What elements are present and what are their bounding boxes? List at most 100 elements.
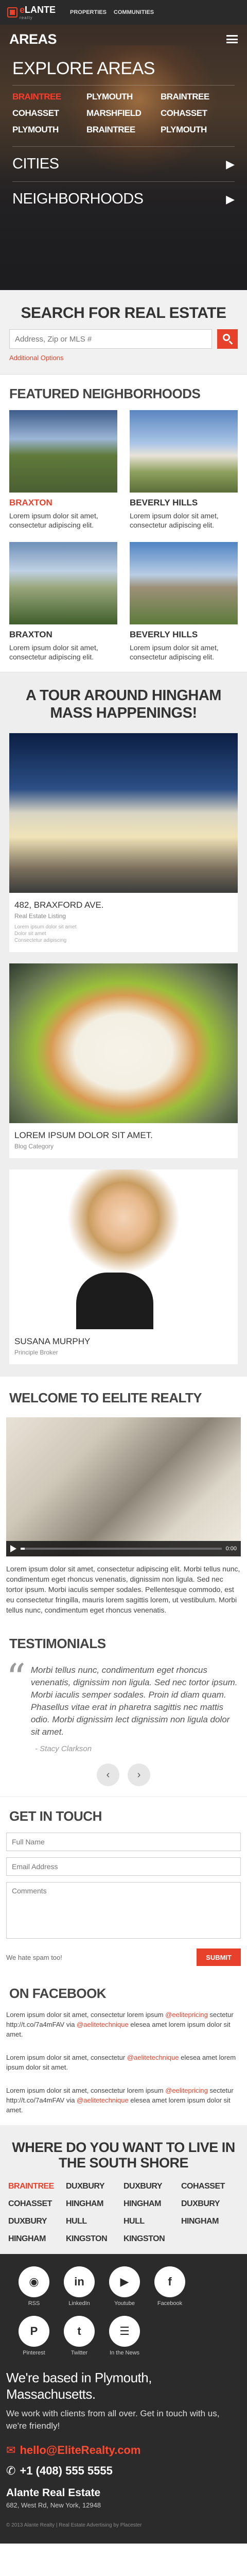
social-link[interactable]: t Twitter bbox=[57, 2316, 102, 2356]
neighborhood-card[interactable]: BRAXTON Lorem ipsum dolor sit amet, cons… bbox=[9, 542, 117, 662]
town-link[interactable]: HINGHAM bbox=[123, 2199, 181, 2209]
town-link[interactable]: HINGHAM bbox=[181, 2217, 239, 2226]
agent-photo[interactable] bbox=[9, 1170, 238, 1329]
social-label: Pinterest bbox=[23, 2350, 45, 2356]
comments-field[interactable] bbox=[6, 1882, 241, 1939]
top-nav: PROPERTIES COMMUNITIES bbox=[70, 9, 154, 15]
agent-card[interactable]: SUSANA MURPHY Principle Broker bbox=[9, 1170, 238, 1364]
neighborhood-image[interactable] bbox=[130, 410, 238, 493]
town-link[interactable]: HINGHAM bbox=[8, 2234, 66, 2244]
footer-email[interactable]: ✉ hello@EliteRealty.com bbox=[6, 2444, 241, 2457]
footer-copyright: © 2013 Alante Realty | Real Estate Adver… bbox=[6, 2522, 142, 2528]
town-link[interactable]: COHASSET bbox=[181, 2182, 239, 2191]
post-mention-link[interactable]: @eelitepricing bbox=[165, 2087, 208, 2094]
neighborhood-name[interactable]: BEVERLY HILLS bbox=[130, 498, 238, 508]
neighborhood-name[interactable]: BRAXTON bbox=[9, 498, 117, 508]
post-mention-link[interactable]: @aelitetechnique bbox=[127, 2054, 179, 2061]
neighborhoods-title: FEATURED NEIGHBORHOODS bbox=[9, 386, 201, 401]
post-mention-link[interactable]: @aelitetechnique bbox=[77, 2021, 129, 2028]
chevron-right-icon[interactable]: › bbox=[128, 1764, 150, 1786]
nav-communities[interactable]: COMMUNITIES bbox=[114, 9, 154, 15]
neighborhoods-row[interactable]: NEIGHBORHOODS ▶ bbox=[12, 181, 235, 216]
chevron-left-icon[interactable]: ‹ bbox=[97, 1764, 119, 1786]
neighborhood-image[interactable] bbox=[9, 542, 117, 624]
facebook-post: Lorem ipsum dolor sit amet, consectetur … bbox=[6, 2010, 241, 2039]
footer-phone[interactable]: ✆ +1 (408) 555 5555 bbox=[6, 2464, 241, 2478]
social-link[interactable]: f Facebook bbox=[147, 2266, 192, 2307]
neighborhood-image[interactable] bbox=[130, 542, 238, 624]
area-link[interactable]: PLYMOUTH bbox=[12, 125, 86, 135]
where-to-live-section: WHERE DO YOU WANT TO LIVE IN THE SOUTH S… bbox=[0, 2125, 247, 2254]
neighborhood-card[interactable]: BEVERLY HILLS Lorem ipsum dolor sit amet… bbox=[130, 542, 238, 662]
town-link[interactable]: KINGSTON bbox=[123, 2234, 181, 2244]
listing-card[interactable]: 482, BRAXFORD AVE. Real Estate Listing L… bbox=[9, 733, 238, 952]
social-link[interactable]: ☰ In the News bbox=[102, 2316, 147, 2356]
nav-properties[interactable]: PROPERTIES bbox=[70, 9, 107, 15]
agent-name[interactable]: SUSANA MURPHY bbox=[14, 1336, 233, 1347]
phone-icon: ✆ bbox=[6, 2464, 16, 2477]
town-link[interactable]: HULL bbox=[66, 2217, 123, 2226]
town-link[interactable]: DUXBURY bbox=[66, 2182, 123, 2191]
featured-neighborhoods: FEATURED NEIGHBORHOODS BRAXTON Lorem ips… bbox=[0, 375, 247, 672]
town-link[interactable]: KINGSTON bbox=[66, 2234, 123, 2244]
neighborhood-card[interactable]: BRAXTON Lorem ipsum dolor sit amet, cons… bbox=[9, 410, 117, 530]
area-link[interactable]: PLYMOUTH bbox=[86, 92, 161, 102]
post-text: Lorem ipsum dolor sit amet, consectetur … bbox=[6, 2087, 166, 2094]
pinterest-icon[interactable]: P bbox=[19, 2316, 49, 2347]
cities-row[interactable]: CITIES ▶ bbox=[12, 146, 235, 181]
area-link[interactable]: BRAINTREE bbox=[161, 92, 235, 102]
rss-icon[interactable]: ◉ bbox=[19, 2266, 49, 2297]
where-title: WHERE DO YOU WANT TO LIVE IN THE SOUTH S… bbox=[12, 2140, 235, 2171]
additional-options-link[interactable]: Additional Options bbox=[9, 354, 238, 362]
logo[interactable]: eLANTE realty bbox=[7, 5, 56, 20]
social-link[interactable]: in LinkedIn bbox=[57, 2266, 102, 2307]
play-icon[interactable] bbox=[10, 1545, 16, 1552]
footer-phone-text[interactable]: +1 (408) 555 5555 bbox=[20, 2464, 112, 2478]
search-input[interactable] bbox=[9, 329, 212, 349]
neighborhood-name[interactable]: BRAXTON bbox=[9, 630, 117, 640]
menu-icon[interactable] bbox=[226, 35, 238, 43]
submit-button[interactable]: SUBMIT bbox=[197, 1948, 241, 1966]
post-mention-link[interactable]: @eelitepricing bbox=[165, 2011, 208, 2019]
email-field[interactable] bbox=[6, 1857, 241, 1876]
town-link[interactable]: DUXBURY bbox=[123, 2182, 181, 2191]
area-link[interactable]: COHASSET bbox=[12, 108, 86, 118]
neighborhood-name[interactable]: BEVERLY HILLS bbox=[130, 630, 238, 640]
twitter-icon[interactable]: t bbox=[64, 2316, 95, 2347]
area-link[interactable]: PLYMOUTH bbox=[161, 125, 235, 135]
social-link[interactable]: ▶ Youtube bbox=[102, 2266, 147, 2307]
full-name-field[interactable] bbox=[6, 1833, 241, 1851]
neighborhood-image[interactable] bbox=[9, 410, 117, 493]
video-player[interactable]: 0:00 bbox=[6, 1417, 241, 1556]
town-link[interactable]: COHASSET bbox=[8, 2199, 66, 2209]
youtube-icon[interactable]: ▶ bbox=[109, 2266, 140, 2297]
facebook-icon[interactable]: f bbox=[154, 2266, 185, 2297]
footer-email-text[interactable]: hello@EliteRealty.com bbox=[20, 2444, 140, 2457]
contact-title: GET IN TOUCH bbox=[9, 1808, 102, 1824]
news-icon[interactable]: ☰ bbox=[109, 2316, 140, 2347]
agent-title: Principle Broker bbox=[14, 1349, 58, 1356]
listing-image[interactable] bbox=[9, 733, 238, 893]
town-link[interactable]: HULL bbox=[123, 2217, 181, 2226]
areas-header[interactable]: AREAS bbox=[0, 25, 247, 54]
blog-image[interactable] bbox=[9, 963, 238, 1123]
neighborhood-card[interactable]: BEVERLY HILLS Lorem ipsum dolor sit amet… bbox=[130, 410, 238, 530]
video-progress-bar[interactable] bbox=[21, 1548, 222, 1550]
listing-heading[interactable]: 482, BRAXFORD AVE. bbox=[14, 900, 233, 910]
search-button[interactable] bbox=[217, 329, 238, 349]
area-link[interactable]: COHASSET bbox=[161, 108, 235, 118]
area-link[interactable]: BRAINTREE bbox=[86, 125, 161, 135]
town-link[interactable]: DUXBURY bbox=[8, 2217, 66, 2226]
town-link[interactable]: DUXBURY bbox=[181, 2199, 239, 2209]
post-mention-link[interactable]: @aelitetechnique bbox=[77, 2096, 129, 2104]
town-link[interactable]: BRAINTREE bbox=[8, 2182, 66, 2191]
listing-detail: Lorem ipsum dolor sit amet Dolor sit ame… bbox=[14, 924, 77, 943]
blog-heading[interactable]: LOREM IPSUM DOLOR SIT AMET. bbox=[14, 1130, 233, 1141]
linkedin-icon[interactable]: in bbox=[64, 2266, 95, 2297]
area-link[interactable]: MARSHFIELD bbox=[86, 108, 161, 118]
social-link[interactable]: ◉ RSS bbox=[11, 2266, 57, 2307]
area-link[interactable]: BRAINTREE bbox=[12, 92, 86, 102]
town-link[interactable]: HINGHAM bbox=[66, 2199, 123, 2209]
social-link[interactable]: P Pinterest bbox=[11, 2316, 57, 2356]
blog-card[interactable]: LOREM IPSUM DOLOR SIT AMET. Blog Categor… bbox=[9, 963, 238, 1158]
